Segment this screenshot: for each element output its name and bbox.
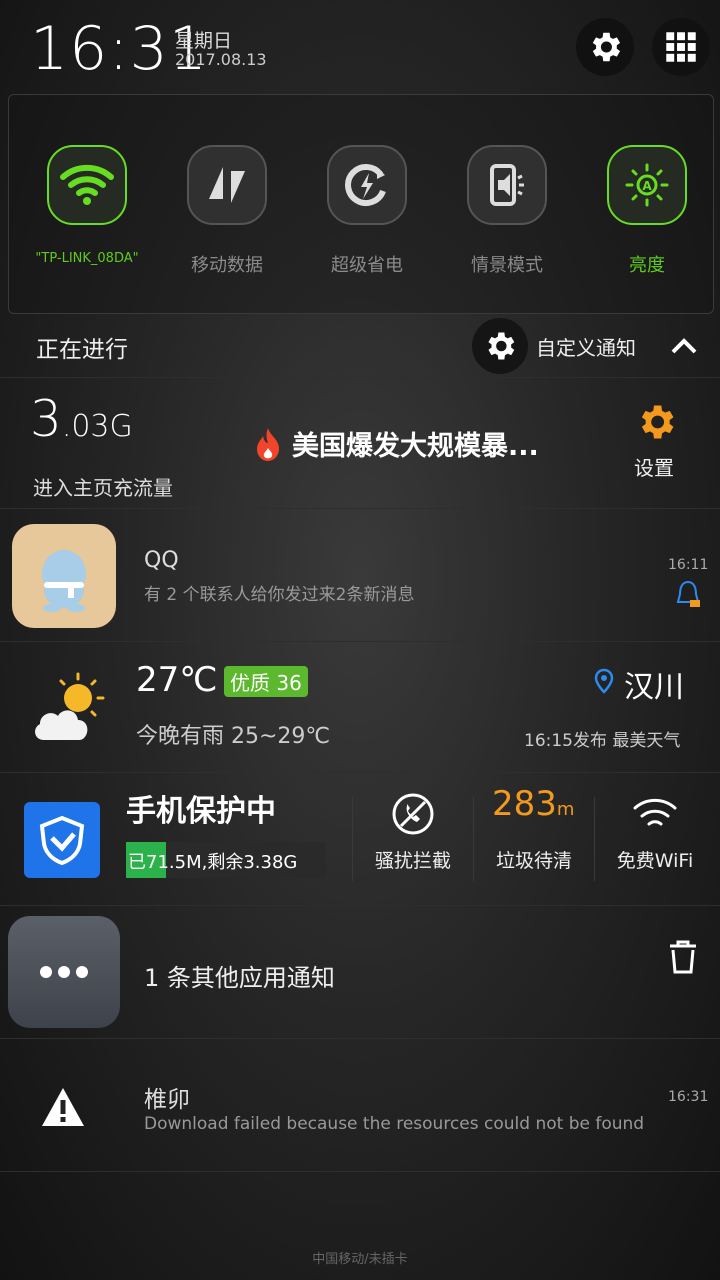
data-balance-main: 3 [30, 390, 62, 448]
weather-temp: 27℃ [136, 660, 218, 700]
mobile-data-icon [209, 167, 245, 203]
brightness-auto-icon: A [625, 163, 669, 207]
security-title: 手机保护中 [126, 794, 276, 829]
carrier-label: 中国移动/未插卡 [312, 1252, 408, 1267]
toggle-mobile-data-tile[interactable] [187, 145, 267, 225]
toggle-mobile-data[interactable]: 移动数据 [161, 145, 293, 277]
wifi-icon [60, 164, 114, 205]
warning-icon-wrap [40, 1086, 86, 1132]
qq-time: 16:11 [668, 557, 709, 573]
news-headline[interactable]: 美国爆发大规模暴... [252, 424, 539, 463]
block-call-icon [392, 793, 434, 835]
toggle-sound-profile[interactable]: 情景模式 [441, 145, 573, 277]
data-balance: 3.03G [30, 390, 133, 448]
penguin-icon [42, 550, 86, 612]
qq-message: 有 2 个联系人给你发过来2条新消息 [144, 585, 415, 605]
harassment-block-label: 骚扰拦截 [374, 850, 451, 872]
toggle-wifi-label: "TP-LINK_08DA" [35, 251, 139, 266]
weather-forecast: 今晚有雨 25~29℃ [136, 724, 331, 749]
shield-icon [39, 815, 85, 866]
toggle-wifi-tile[interactable] [47, 145, 127, 225]
weather-city: 汉川 [624, 670, 684, 705]
grid-icon [666, 32, 696, 62]
toggle-brightness[interactable]: A 亮度 [581, 145, 713, 277]
partly-cloudy-icon [35, 672, 105, 740]
gear-icon [592, 32, 621, 62]
toggle-power-saving-label: 超级省电 [331, 255, 403, 276]
weekday: 星期日 [175, 30, 233, 52]
junk-unit: m [556, 799, 575, 820]
trash-icon [670, 940, 696, 974]
harassment-block-button[interactable]: 骚扰拦截 [353, 784, 473, 894]
download-failed-notification[interactable] [0, 1039, 720, 1171]
chevron-up-icon [671, 338, 697, 354]
toggle-brightness-tile[interactable]: A [607, 145, 687, 225]
qq-small-icon [676, 580, 700, 607]
app-grid-button[interactable] [652, 18, 710, 76]
warning-icon [42, 1088, 84, 1126]
junk-value: 283m [492, 784, 574, 824]
toggle-mobile-data-label: 移动数据 [191, 255, 263, 276]
toggle-sound-profile-tile[interactable] [467, 145, 547, 225]
custom-notification-gear[interactable] [472, 318, 528, 374]
custom-notification-label: 自定义通知 [536, 335, 636, 360]
gear-icon [488, 332, 515, 360]
svg-text:A: A [642, 179, 652, 193]
free-wifi-button[interactable]: 免费WiFi [595, 784, 715, 894]
more-dots-icon [40, 966, 88, 978]
data-usage-text: 已71.5M,剩余3.38G [128, 852, 298, 873]
power-saving-icon [345, 164, 386, 206]
other-notifications-text: 1 条其他应用通知 [144, 964, 335, 992]
data-balance-rest: .03G [61, 409, 133, 444]
sound-profile-icon [490, 164, 524, 206]
toggle-wifi[interactable]: "TP-LINK_08DA" [21, 145, 153, 266]
data-settings-button[interactable] [634, 400, 678, 448]
news-headline-text: 美国爆发大规模暴... [292, 431, 539, 462]
settings-button[interactable] [576, 18, 634, 76]
ongoing-section-title: 正在进行 [36, 337, 128, 363]
location-icon [594, 668, 614, 694]
recharge-link[interactable]: 进入主页充流量 [33, 472, 173, 501]
custom-notification-button[interactable]: 自定义通知 [472, 318, 636, 374]
aqi-badge: 优质 36 [224, 666, 308, 697]
data-settings-label[interactable]: 设置 [634, 452, 674, 481]
fire-icon [257, 427, 280, 461]
junk-clean-label: 垃圾待清 [495, 850, 572, 872]
toggle-power-saving[interactable]: 超级省电 [301, 145, 433, 277]
weather-icon [28, 668, 108, 752]
weather-notification[interactable] [0, 642, 720, 772]
free-wifi-label: 免费WiFi [616, 850, 694, 872]
weather-published: 16:15发布 最美天气 [524, 731, 681, 751]
security-app-icon [24, 802, 100, 878]
collapse-button[interactable] [668, 330, 700, 366]
download-title: 椎卯 [144, 1087, 190, 1113]
wifi-icon [633, 798, 677, 826]
qq-app-icon [12, 524, 116, 628]
quick-toggles-panel: "TP-LINK_08DA" 移动数据 超级省电 情景模式 A 亮度 [8, 94, 714, 314]
location-pin [594, 668, 614, 698]
toggle-power-saving-tile[interactable] [327, 145, 407, 225]
more-apps-icon [8, 916, 120, 1028]
gear-icon [641, 405, 674, 439]
clear-notifications-button[interactable] [664, 938, 702, 980]
download-message: Download failed because the resources co… [144, 1114, 645, 1134]
data-usage-bar: 已71.5M,剩余3.38G [126, 842, 326, 878]
qq-title: QQ [144, 548, 179, 573]
download-time: 16:31 [668, 1089, 709, 1105]
toggle-brightness-label: 亮度 [629, 255, 665, 276]
date: 2017.08.13 [175, 50, 267, 69]
divider [0, 1171, 720, 1172]
junk-number: 283 [492, 784, 557, 824]
qq-small-icon [674, 580, 702, 614]
junk-clean-button[interactable]: 283m 垃圾待清 [474, 784, 594, 894]
toggle-sound-profile-label: 情景模式 [471, 255, 543, 276]
